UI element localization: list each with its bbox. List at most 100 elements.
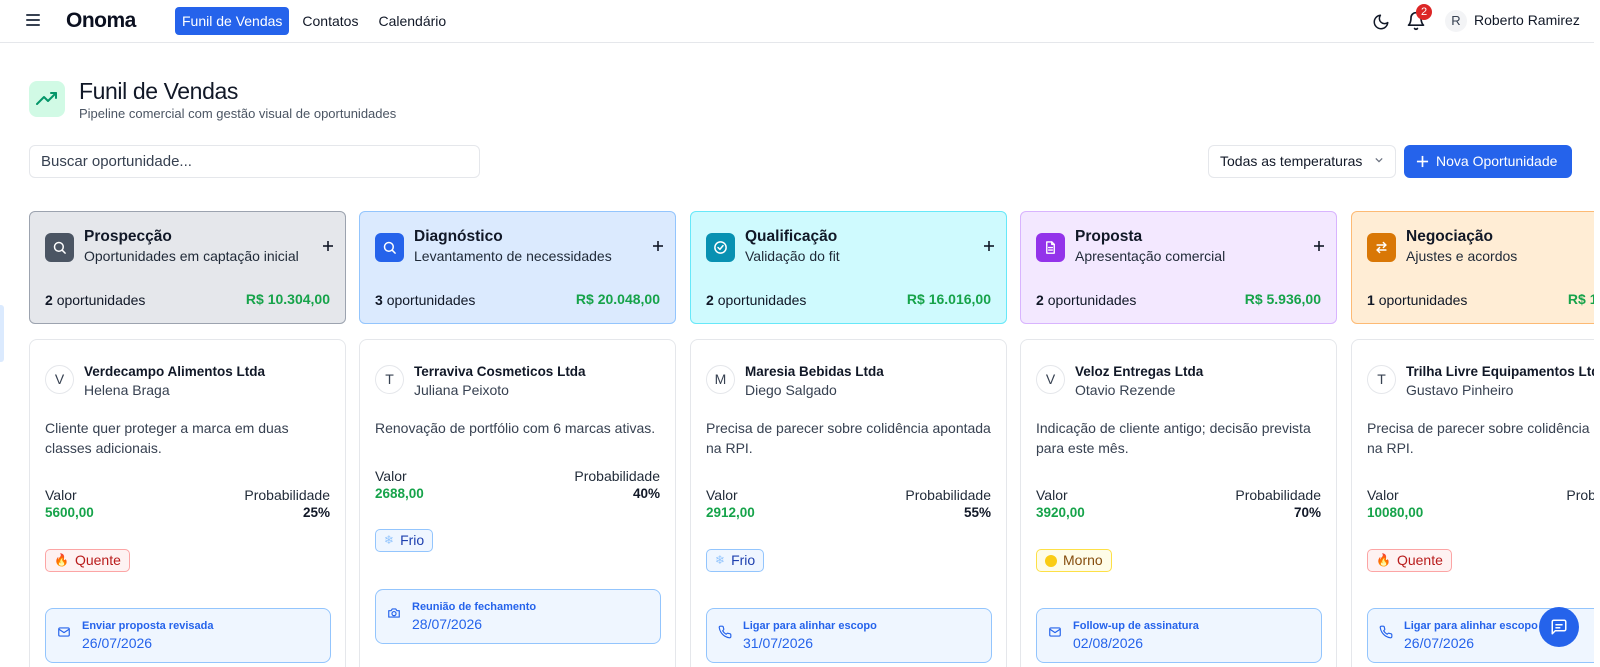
avatar[interactable]: R [1445, 10, 1467, 32]
nav-calendario[interactable]: Calendário [371, 7, 453, 35]
probability-value: 55% [963, 505, 991, 520]
nav-contatos[interactable]: Contatos [295, 7, 365, 35]
contact-name: Otavio Rezende [1075, 382, 1176, 398]
next-activity[interactable]: Follow-up de assinatura 02/08/2026 [1036, 608, 1322, 663]
pipeline-column: Qualificação Validação do fit 2 oportuni… [690, 211, 1007, 667]
new-opportunity-label: Nova Oportunidade [1436, 153, 1558, 169]
opportunity-card[interactable]: T Terraviva Cosmeticos Ltda Juliana Peix… [359, 339, 676, 667]
app-root: Onoma Funil de Vendas Contatos Calendári… [0, 0, 1594, 667]
opportunity-card[interactable]: V Veloz Entregas Ltda Otavio Rezende Ind… [1020, 339, 1337, 667]
check-circle-icon [706, 233, 735, 262]
new-opportunity-button[interactable]: Nova Oportunidade [1404, 145, 1572, 178]
column-total: R$ 10.304,00 [245, 291, 330, 307]
avatar: T [375, 365, 404, 394]
column-title: Diagnóstico [414, 228, 503, 245]
plus-icon[interactable] [982, 239, 996, 253]
column-count-suffix: oportunidades [1378, 292, 1468, 308]
snowflake-icon: ❄ [715, 553, 726, 567]
opportunity-description: Precisa de parecer sobre colidência apon… [1367, 420, 1594, 456]
plus-icon[interactable] [321, 239, 335, 253]
avatar: T [1367, 365, 1396, 394]
column-count-suffix: oportunidades [56, 292, 146, 308]
opportunity-description: Renovação de portfólio com 6 marcas ativ… [375, 420, 656, 436]
contact-name: Gustavo Pinheiro [1406, 382, 1514, 398]
column-subtitle: Apresentação comercial [1075, 248, 1226, 264]
activity-date: 31/07/2026 [743, 635, 814, 651]
company-name: Veloz Entregas Ltda [1075, 364, 1204, 379]
nav-funil-de-vendas[interactable]: Funil de Vendas [175, 7, 290, 35]
temperature-badge: 🔥 Quente [45, 549, 130, 572]
activity-title: Ligar para alinhar escopo [743, 620, 877, 632]
column-count-suffix: oportunidades [386, 292, 476, 308]
activity-title: Follow-up de assinatura [1073, 620, 1199, 632]
temperature-label: Frio [400, 532, 425, 548]
company-name: Trilha Livre Equipamentos Ltda [1406, 364, 1594, 379]
contact-name: Diego Salgado [745, 382, 837, 398]
column-count: 2 oportunidades [1036, 292, 1136, 308]
company-name: Maresia Bebidas Ltda [745, 364, 884, 379]
valor-value: 5600,00 [45, 505, 94, 520]
activity-date: 02/08/2026 [1073, 635, 1144, 651]
page-subtitle: Pipeline comercial com gestão visual de … [79, 106, 397, 121]
column-total: R$ 16.016,00 [906, 291, 991, 307]
valor-label: Valor [1367, 487, 1399, 503]
valor-label: Valor [706, 487, 738, 503]
column-count-suffix: oportunidades [717, 292, 807, 308]
plus-icon [1416, 155, 1429, 168]
app-logo[interactable]: Onoma [66, 9, 136, 33]
column-title: Proposta [1075, 228, 1143, 245]
valor-value: 2912,00 [706, 505, 755, 520]
column-header: Negociação Ajustes e acordos 1 oportunid… [1351, 211, 1594, 324]
main-nav: Funil de Vendas Contatos Calendário [175, 7, 453, 35]
probability-label: Probabilidade [905, 487, 991, 503]
next-activity[interactable]: Reunião de fechamento 28/07/2026 [375, 589, 661, 644]
column-count-value: 1 [1367, 292, 1375, 308]
valor-value: 3920,00 [1036, 505, 1085, 520]
column-title: Negociação [1406, 228, 1494, 245]
probability-label: Probabilidade [1566, 487, 1594, 503]
temperature-label: Quente [1396, 552, 1443, 568]
plus-icon[interactable] [1312, 239, 1326, 253]
temperature-filter-select[interactable]: Todas as temperaturas [1208, 145, 1396, 178]
moon-icon[interactable] [1372, 13, 1390, 31]
user-name[interactable]: Roberto Ramirez [1474, 12, 1580, 28]
pipeline-column: Proposta Apresentação comercial 2 oportu… [1020, 211, 1337, 667]
notification-badge: 2 [1416, 4, 1432, 20]
page-title: Funil de Vendas [79, 78, 238, 104]
avatar: M [706, 365, 735, 394]
probability-label: Probabilidade [574, 468, 660, 484]
chat-icon [1551, 619, 1567, 635]
menu-icon[interactable] [26, 14, 40, 26]
activity-date: 28/07/2026 [412, 616, 483, 632]
column-count-suffix: oportunidades [1047, 292, 1137, 308]
chat-button[interactable] [1539, 607, 1579, 647]
probability-label: Probabilidade [244, 487, 330, 503]
activity-title: Reunião de fechamento [412, 601, 537, 613]
fire-icon: 🔥 [54, 553, 69, 567]
warm-dot-icon [1045, 554, 1057, 567]
next-activity[interactable]: Enviar proposta revisada 26/07/2026 [45, 608, 331, 663]
column-subtitle: Oportunidades em captação inicial [84, 248, 299, 264]
plus-icon[interactable] [651, 239, 665, 253]
temperature-label: Quente [74, 552, 121, 568]
contact-name: Helena Braga [84, 382, 170, 398]
snowflake-icon: ❄ [384, 533, 395, 547]
column-count: 1 oportunidades [1367, 292, 1467, 308]
opportunity-card[interactable]: M Maresia Bebidas Ltda Diego Salgado Pre… [690, 339, 1007, 667]
opportunity-description: Indicação de cliente antigo; decisão pre… [1036, 420, 1311, 456]
pipeline-column: Diagnóstico Levantamento de necessidades… [359, 211, 676, 667]
opportunity-card[interactable]: V Verdecampo Alimentos Ltda Helena Braga… [29, 339, 346, 667]
valor-label: Valor [375, 468, 407, 484]
column-header: Qualificação Validação do fit 2 oportuni… [690, 211, 1007, 324]
temperature-badge: 🔥 Quente [1367, 549, 1452, 572]
next-activity[interactable]: Ligar para alinhar escopo 31/07/2026 [706, 608, 992, 663]
chevron-down-icon [1375, 157, 1383, 163]
column-subtitle: Levantamento de necessidades [414, 248, 612, 264]
sidebar-toggle-tab[interactable] [0, 305, 4, 362]
avatar: V [1036, 365, 1065, 394]
search-input[interactable] [29, 145, 480, 178]
column-subtitle: Ajustes e acordos [1406, 248, 1518, 264]
swap-icon [1367, 233, 1396, 262]
column-total: R$ 5.936,00 [1244, 291, 1321, 307]
document-icon [1036, 233, 1065, 262]
